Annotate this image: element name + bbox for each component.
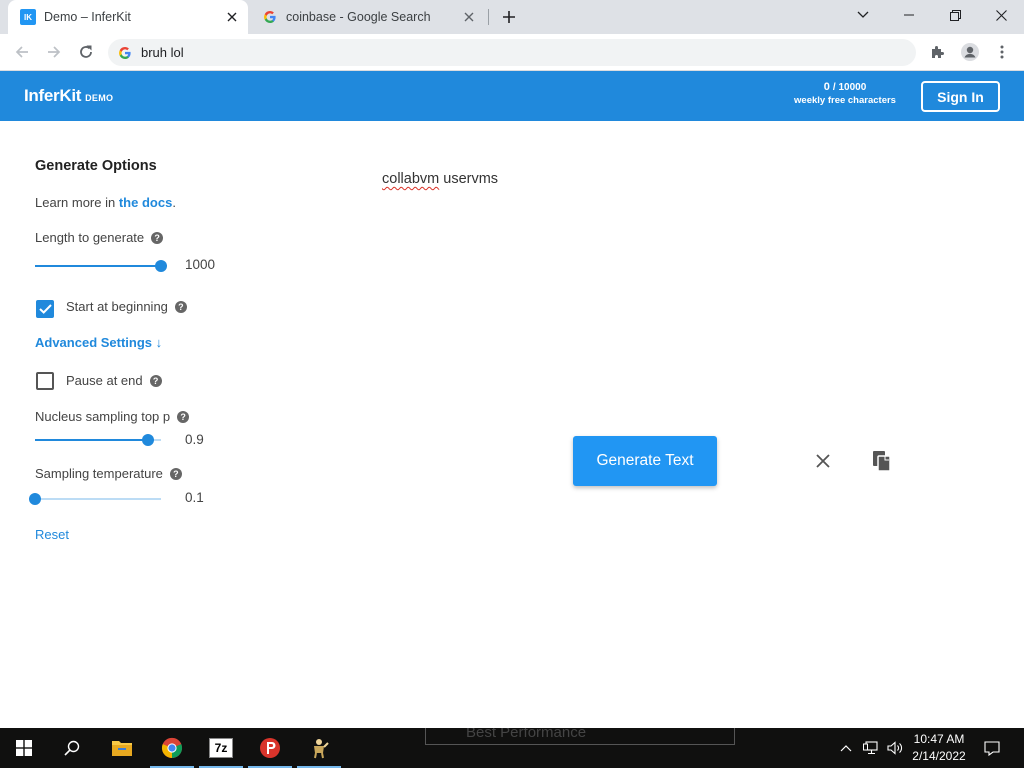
tray-chevron-up-icon[interactable] <box>836 728 856 768</box>
help-icon[interactable]: ? <box>177 410 190 423</box>
search-icon[interactable] <box>48 728 96 768</box>
tab-search-chevron-icon[interactable] <box>840 0 886 30</box>
help-icon[interactable]: ? <box>149 374 162 387</box>
clock-date: 2/14/2022 <box>912 749 966 763</box>
7zip-icon[interactable]: 7z <box>197 728 245 768</box>
google-g-icon <box>118 46 132 60</box>
reload-icon[interactable] <box>73 39 99 65</box>
sign-in-button[interactable]: Sign In <box>921 81 1000 112</box>
usage-limit: / 10000 <box>832 82 867 93</box>
temperature-label: Sampling temperature <box>35 466 163 481</box>
app-figure-icon[interactable] <box>295 728 343 768</box>
generate-options-heading: Generate Options <box>35 158 157 174</box>
nucleus-label-row: Nucleus sampling top p? <box>35 409 190 424</box>
windows-start-icon[interactable] <box>0 728 48 768</box>
help-icon[interactable]: ? <box>169 467 182 480</box>
address-bar[interactable]: bruh lol <box>108 39 916 66</box>
learn-more-prefix: Learn more in <box>35 195 116 210</box>
slider-fill <box>35 265 161 267</box>
learn-more-suffix: . <box>172 195 176 210</box>
length-slider[interactable] <box>35 259 167 273</box>
temperature-value: 0.1 <box>185 490 204 505</box>
pause-label: Pause at end <box>66 373 143 388</box>
clear-close-icon[interactable] <box>810 448 836 474</box>
forward-arrow-icon[interactable] <box>41 39 67 65</box>
window-close-icon[interactable] <box>978 0 1024 30</box>
nucleus-label: Nucleus sampling top p <box>35 409 171 424</box>
length-value: 1000 <box>185 257 216 272</box>
length-label: Length to generate <box>35 230 145 245</box>
tab-title: coinbase - Google Search <box>286 10 431 24</box>
pause-at-end-checkbox[interactable] <box>36 372 54 390</box>
google-g-icon <box>262 9 278 25</box>
network-icon[interactable] <box>860 728 882 768</box>
notifications-icon[interactable] <box>980 728 1004 768</box>
slider-thumb[interactable] <box>155 260 167 272</box>
prompt-editor[interactable]: collabvm uservms <box>382 171 498 187</box>
temperature-slider[interactable] <box>29 492 161 506</box>
tab-inferkit[interactable]: IK Demo – InferKit <box>8 0 248 34</box>
windows-taskbar: 7z Best Performance 10:47 AM 2/14/2022 <box>0 728 1024 768</box>
nucleus-value: 0.9 <box>185 432 204 447</box>
pause-label-row: Pause at end? <box>66 373 162 388</box>
tab-close-icon[interactable] <box>459 7 479 27</box>
docs-link[interactable]: the docs <box>119 195 172 210</box>
app-header: InferKit DEMO 0 / 10000 weekly free char… <box>0 71 1024 121</box>
back-arrow-icon[interactable] <box>9 39 35 65</box>
usage-label: weekly free characters <box>794 95 896 106</box>
learn-more-text: Learn more in the docs. <box>35 195 176 210</box>
reset-link[interactable]: Reset <box>35 527 69 542</box>
chrome-icon[interactable] <box>148 728 196 768</box>
address-text: bruh lol <box>141 45 184 60</box>
new-tab-plus-icon[interactable] <box>498 6 520 28</box>
length-label-row: Length to generate? <box>35 230 164 245</box>
prompt-word: uservms <box>443 171 499 187</box>
psiphon-icon[interactable] <box>246 728 294 768</box>
nucleus-slider[interactable] <box>35 433 161 447</box>
help-icon[interactable]: ? <box>151 231 164 244</box>
copy-icon[interactable] <box>869 448 895 474</box>
temperature-label-row: Sampling temperature? <box>35 466 182 481</box>
advanced-settings-toggle[interactable]: Advanced Settings ↓ <box>35 335 162 350</box>
slider-thumb[interactable] <box>142 434 155 446</box>
slider-thumb[interactable] <box>29 493 41 505</box>
restore-icon[interactable] <box>932 0 978 30</box>
logo-demo-badge: DEMO <box>85 93 114 103</box>
help-icon[interactable]: ? <box>174 300 187 313</box>
slider-track <box>35 498 161 500</box>
usage-count: 0 <box>823 81 830 93</box>
tab-separator <box>488 9 489 25</box>
tab-google-search[interactable]: coinbase - Google Search <box>250 0 485 34</box>
generate-text-button[interactable]: Generate Text <box>573 436 717 486</box>
profile-avatar-icon[interactable] <box>957 39 983 65</box>
start-label-row: Start at beginning? <box>66 299 187 314</box>
tab-title: Demo – InferKit <box>44 10 131 24</box>
slider-fill <box>35 439 149 441</box>
start-at-beginning-checkbox[interactable] <box>36 300 54 318</box>
usage-counter: 0 / 10000 weekly free characters <box>775 81 915 107</box>
browser-toolbar: bruh lol <box>0 34 1024 71</box>
start-label: Start at beginning <box>66 299 168 314</box>
file-explorer-icon[interactable] <box>98 728 146 768</box>
browser-tab-strip: IK Demo – InferKit coinbase - Google Sea… <box>0 0 1024 34</box>
prompt-word-misspelled: collabvm <box>382 171 440 187</box>
volume-icon[interactable] <box>884 728 906 768</box>
taskbar-clock[interactable]: 10:47 AM 2/14/2022 <box>905 731 973 765</box>
ghost-text: Best Performance <box>466 728 587 741</box>
inferkit-favicon-icon: IK <box>20 9 36 25</box>
inferkit-logo[interactable]: InferKit DEMO <box>24 86 113 106</box>
tab-close-icon[interactable] <box>222 7 242 27</box>
background-window-ghost: Best Performance <box>425 728 735 745</box>
kebab-menu-icon[interactable] <box>989 39 1015 65</box>
logo-name: InferKit <box>24 86 82 105</box>
minimize-icon[interactable] <box>886 0 932 30</box>
clock-time: 10:47 AM <box>913 732 965 746</box>
extensions-puzzle-icon[interactable] <box>925 39 951 65</box>
